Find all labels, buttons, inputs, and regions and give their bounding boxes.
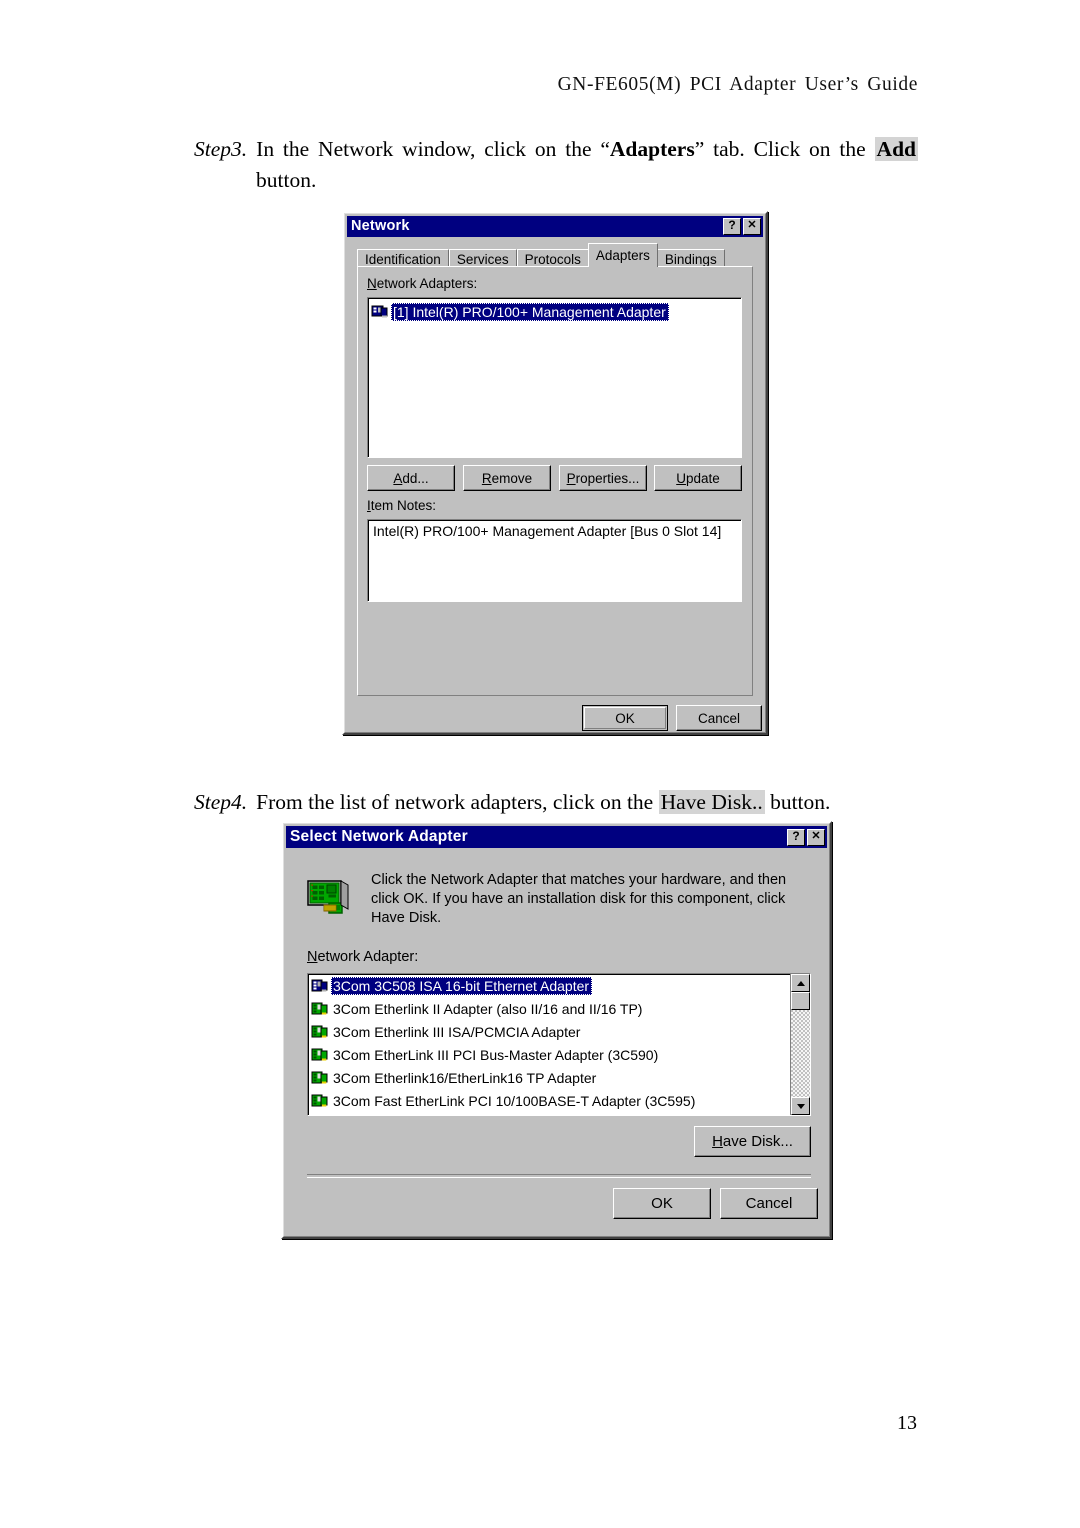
list-item[interactable]: 3Com Etherlink III ISA/PCMCIA Adapter [308, 1020, 791, 1043]
list-item-label: 3Com Etherlink III ISA/PCMCIA Adapter [333, 1023, 581, 1040]
select-network-adapter-dialog: Select Network Adapter ? ✕ Click the Net… [281, 821, 832, 1239]
have-disk-button-label: Have Disk... [712, 1133, 793, 1150]
list-item[interactable]: 3Com 3C508 ISA 16-bit Ethernet Adapter [308, 974, 791, 997]
step4-paragraph: Step4. From the list of network adapters,… [194, 787, 918, 818]
tab-adapters[interactable]: Adapters [587, 243, 658, 267]
network-dialog-title: Network [351, 218, 410, 235]
scrollbar-track[interactable] [791, 1010, 810, 1097]
list-item-label: 3Com Fast EtherLink PCI 10/100BASE-T Ada… [333, 1092, 696, 1109]
item-notes-label: Item Notes: [367, 498, 437, 513]
network-adapter-label: Network Adapter: [307, 949, 419, 965]
help-icon[interactable]: ? [787, 828, 805, 846]
network-adapter-listbox[interactable]: 3Com 3C508 ISA 16-bit Ethernet Adapter 3… [307, 973, 811, 1116]
cancel-button[interactable]: Cancel [676, 705, 762, 731]
list-item-label: 3Com Etherlink16/EtherLink16 TP Adapter [333, 1069, 597, 1086]
step4-have-disk-highlight: Have Disk.. [658, 790, 765, 814]
ok-button-label: OK [615, 710, 635, 726]
network-card-icon [311, 978, 329, 994]
ok-button-label: OK [651, 1195, 673, 1212]
select-adapter-title: Select Network Adapter [290, 828, 468, 846]
cancel-button-label: Cancel [697, 710, 741, 726]
properties-button-label: Properties... [566, 470, 640, 486]
remove-button-label: Remove [481, 470, 533, 486]
list-item-label: [1] Intel(R) PRO/100+ Management Adapter [391, 302, 669, 321]
step4-label: Step4. [194, 790, 248, 814]
have-disk-button[interactable]: Have Disk... [694, 1126, 811, 1157]
add-button[interactable]: Add... [367, 465, 455, 491]
tab-protocols-label: Protocols [524, 252, 581, 267]
network-dialog-title-bar[interactable]: Network ? ✕ [347, 216, 763, 237]
list-item-label: 3Com EtherLink III PCI Bus-Master Adapte… [333, 1046, 659, 1063]
adapters-tab-page: NNetwork Adapters:etwork Adapters: [1] I… [357, 266, 753, 696]
list-item[interactable]: [1] Intel(R) PRO/100+ Management Adapter [368, 300, 741, 323]
step3-text-a: In the Network window, click on the “ [256, 137, 610, 161]
network-card-icon [311, 1047, 329, 1063]
page-number: 13 [897, 1412, 917, 1434]
close-icon[interactable]: ✕ [743, 218, 761, 235]
tab-services-label: Services [456, 252, 509, 267]
separator [307, 1174, 811, 1178]
network-adapter-card-icon [307, 876, 353, 923]
tab-identification-label: Identification [365, 252, 441, 267]
list-item[interactable]: 3Com Etherlink16/EtherLink16 TP Adapter [308, 1066, 791, 1089]
network-card-icon [311, 1070, 329, 1086]
help-icon[interactable]: ? [723, 218, 741, 235]
list-item-label: 3Com 3C508 ISA 16-bit Ethernet Adapter [331, 976, 593, 995]
instructions-text: Click the Network Adapter that matches y… [371, 872, 787, 926]
item-notes-value: Intel(R) PRO/100+ Management Adapter [Bu… [373, 523, 722, 539]
listbox-content: 3Com 3C508 ISA 16-bit Ethernet Adapter 3… [308, 974, 791, 1115]
list-item[interactable]: 3Com Fast EtherLink PCI 10/100BASE-T Ada… [308, 1089, 791, 1112]
select-adapter-title-bar[interactable]: Select Network Adapter ? ✕ [286, 826, 827, 848]
step4-text-b: button. [764, 790, 831, 814]
ok-button[interactable]: OK [613, 1188, 711, 1219]
add-button-label: Add... [393, 470, 429, 486]
network-adapters-listbox[interactable]: [1] Intel(R) PRO/100+ Management Adapter [367, 297, 742, 458]
step3-text-b: ” tab. Click on the [694, 137, 875, 161]
cancel-button-label: Cancel [745, 1195, 793, 1212]
list-item[interactable]: 3Com Etherlink II Adapter (also II/16 an… [308, 997, 791, 1020]
listbox-scrollbar[interactable] [790, 974, 810, 1115]
accel-n: N [367, 276, 377, 291]
step4-text-a: From the list of network adapters, click… [256, 790, 659, 814]
tab-bindings-label: Bindings [664, 252, 717, 267]
ok-button[interactable]: OK [582, 705, 668, 731]
network-card-icon [311, 1001, 329, 1017]
tab-adapters-label: Adapters [595, 248, 650, 263]
step3-line2: button. [256, 168, 317, 192]
scroll-up-icon[interactable] [791, 974, 810, 992]
update-button-label: Update [676, 470, 720, 486]
network-card-icon [311, 1093, 329, 1109]
network-card-icon [311, 1024, 329, 1040]
step3-bold-adapters: Adapters [609, 137, 695, 161]
step3-paragraph: Step3. In the Network window, click on th… [194, 134, 918, 196]
item-notes-box: Intel(R) PRO/100+ Management Adapter [Bu… [367, 519, 742, 602]
cancel-button[interactable]: Cancel [720, 1188, 818, 1219]
network-dialog: Network ? ✕ Identification Services Prot… [342, 211, 768, 735]
close-icon[interactable]: ✕ [807, 828, 825, 846]
scroll-down-icon[interactable] [791, 1097, 810, 1115]
properties-button[interactable]: Properties... [559, 465, 647, 491]
network-adapters-label: NNetwork Adapters:etwork Adapters: [367, 276, 478, 291]
list-item-label: 3Com Etherlink II Adapter (also II/16 an… [333, 1000, 643, 1017]
network-card-icon [371, 304, 389, 320]
step3-label: Step3. [194, 137, 248, 161]
page-header: GN-FE605(M) PCI Adapter User’s Guide [557, 74, 918, 95]
network-tab-strip: Identification Services Protocols Adapte… [357, 243, 725, 270]
step3-add-highlight: Add [874, 137, 918, 161]
scrollbar-thumb[interactable] [791, 992, 810, 1010]
remove-button[interactable]: Remove [463, 465, 551, 491]
list-item[interactable]: 3Com EtherLink III PCI Bus-Master Adapte… [308, 1043, 791, 1066]
update-button[interactable]: Update [654, 465, 742, 491]
